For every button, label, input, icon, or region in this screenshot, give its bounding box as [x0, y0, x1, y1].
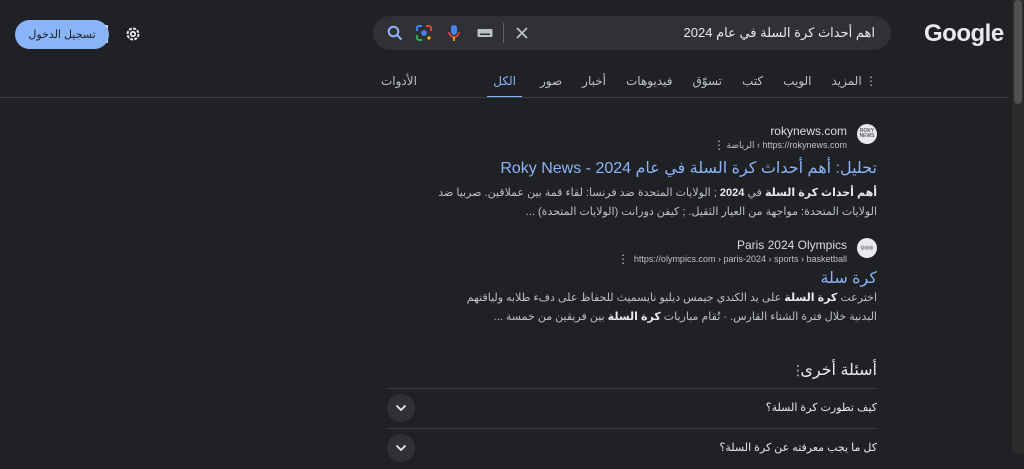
- search-input[interactable]: اهم أحداث كرة السلة في عام 2024: [684, 25, 875, 41]
- tab-all[interactable]: الكل: [487, 74, 522, 98]
- tabs-divider: [0, 97, 1009, 98]
- paa-question-row[interactable]: كل ما يجب معرفته عن كرة السلة؟: [387, 428, 877, 469]
- result-options-icon[interactable]: ⋮: [617, 252, 629, 266]
- result-site-name[interactable]: rokynews.com: [770, 124, 847, 138]
- search-divider: [503, 23, 504, 43]
- result-options-icon[interactable]: ⋮: [713, 138, 725, 152]
- search-icon[interactable]: [386, 24, 404, 42]
- snippet-text: في: [744, 187, 765, 199]
- people-also-ask-title: أسئلة أخرى: [800, 362, 877, 379]
- search-box[interactable]: اهم أحداث كرة السلة في عام 2024: [373, 16, 891, 50]
- sign-in-button[interactable]: تسجيل الدخول: [15, 20, 109, 49]
- result-title-link[interactable]: تحليل: أهم أحداث كرة السلة في عام 2024 -…: [500, 158, 877, 178]
- paa-question-row[interactable]: كيف تطورت كرة السلة؟: [387, 388, 877, 429]
- snippet-bold: كرة السلة: [607, 311, 661, 323]
- snippet-text: بين فريقين من خمسة ...: [493, 311, 608, 323]
- chevron-down-icon[interactable]: [387, 434, 415, 462]
- tools-button[interactable]: الأدوات: [381, 74, 417, 88]
- scrollbar-thumb[interactable]: [1014, 0, 1022, 104]
- result-snippet: أهم أحداث كرة السلة في 2024 ; الولايات ا…: [437, 184, 877, 222]
- snippet-bold: أهم أحداث كرة السلة: [764, 187, 877, 199]
- tab-news[interactable]: أخبار: [580, 74, 608, 98]
- search-tabs: الكل صور أخبار فيديوهات تسوّق كتب الويب …: [487, 74, 879, 98]
- paa-question: كل ما يجب معرفته عن كرة السلة؟: [719, 442, 877, 454]
- snippet-bold: كرة السلة: [784, 292, 838, 304]
- result-title-link[interactable]: كرة سلة: [820, 268, 877, 288]
- paa-options-icon[interactable]: ⋮: [791, 362, 805, 379]
- search-result: ROKY NEWS rokynews.com https://rokynews.…: [437, 124, 877, 224]
- result-url[interactable]: https://olympics.com › paris-2024 › spor…: [634, 254, 847, 264]
- result-url[interactable]: https://rokynews.com › الرياضة: [727, 140, 847, 151]
- tab-web[interactable]: الويب: [781, 74, 813, 98]
- olympic-rings-favicon: ◎◎◎: [857, 238, 877, 258]
- microphone-icon[interactable]: [445, 24, 463, 42]
- result-snippet: اخترعت كرة السلة على يد الكندي جيمس ديلي…: [437, 289, 877, 327]
- snippet-text: اخترعت: [837, 292, 877, 304]
- camera-search-icon[interactable]: [415, 24, 433, 42]
- search-result: ◎◎◎ Paris 2024 Olympics https://olympics…: [437, 238, 877, 338]
- chevron-down-icon[interactable]: [387, 394, 415, 422]
- gear-icon[interactable]: [124, 25, 142, 43]
- result-site-name[interactable]: Paris 2024 Olympics: [737, 238, 847, 252]
- snippet-bold: 2024: [719, 187, 745, 199]
- paa-question: كيف تطورت كرة السلة؟: [765, 402, 877, 414]
- tab-books[interactable]: كتب: [740, 74, 765, 98]
- clear-icon[interactable]: [513, 24, 531, 42]
- tab-images[interactable]: صور: [538, 74, 564, 98]
- google-logo[interactable]: Google: [924, 20, 1004, 48]
- tab-videos[interactable]: فيديوهات: [624, 74, 674, 98]
- site-favicon: ROKY NEWS: [857, 124, 877, 144]
- tab-more-label: المزيد: [831, 74, 862, 88]
- tab-shopping[interactable]: تسوّق: [690, 74, 724, 98]
- keyboard-icon[interactable]: [476, 24, 494, 42]
- tab-more[interactable]: ⋮ المزيد: [829, 74, 879, 98]
- more-vert-icon: ⋮: [861, 74, 877, 88]
